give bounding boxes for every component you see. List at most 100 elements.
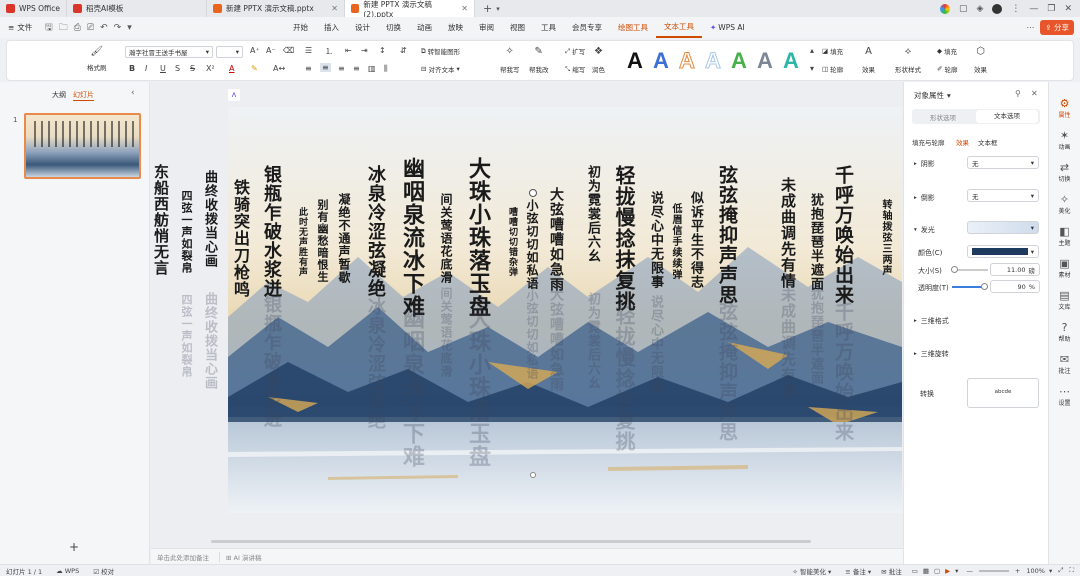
poem-column-12[interactable]: 小弦切切如私语 bbox=[524, 199, 541, 290]
menu-home[interactable]: 开始 bbox=[285, 17, 316, 38]
restore-icon[interactable]: ❐ bbox=[1047, 4, 1055, 14]
more-icon[interactable]: ⋯ bbox=[1026, 23, 1034, 32]
fit-window-icon[interactable]: ⤢ bbox=[1058, 566, 1063, 575]
reading-view-icon[interactable]: ▢ bbox=[934, 567, 940, 575]
smart-beautify-button[interactable]: ✧ 智能美化 ▾ bbox=[792, 566, 831, 576]
indent-decrease-icon[interactable]: ⇤ bbox=[345, 46, 352, 55]
colorful-circle-icon[interactable] bbox=[939, 3, 950, 14]
align-text-button[interactable]: ⊟ 对齐文本 ▾ bbox=[421, 64, 460, 74]
close-icon[interactable]: ✕ bbox=[331, 4, 338, 13]
grid-view-icon[interactable]: ▦ bbox=[923, 567, 929, 575]
redo-icon[interactable]: ↷ bbox=[114, 23, 122, 33]
tab-pptx-1[interactable]: 新建 PPTX 演示文稿.pptx ✕ bbox=[207, 0, 345, 17]
zoom-in-icon[interactable]: + bbox=[1015, 567, 1020, 575]
normal-view-icon[interactable]: ▭ bbox=[912, 567, 918, 575]
shape-fill-button[interactable]: ◆ 填充 bbox=[937, 46, 957, 56]
poem-column-22[interactable]: 铁骑突出刀枪鸣 bbox=[228, 179, 252, 298]
expand-button[interactable]: ⤢ 扩写 bbox=[565, 46, 585, 57]
notes-placeholder[interactable]: 单击此处添加备注 bbox=[157, 552, 209, 562]
bold-icon[interactable]: B bbox=[129, 64, 135, 73]
share-button[interactable]: ⇪ 分享 bbox=[1040, 20, 1074, 35]
glow-transparency-input[interactable]: 90 % bbox=[990, 280, 1040, 293]
menu-slideshow[interactable]: 放映 bbox=[440, 17, 471, 38]
close-icon[interactable]: ✕ bbox=[1031, 89, 1038, 98]
poem-column-3[interactable]: 转轴拨弦三两声 bbox=[878, 199, 893, 276]
poem-column-8[interactable]: 说尽心中无限事 bbox=[646, 191, 665, 289]
text-outline-button[interactable]: ◫ 轮廓 bbox=[822, 64, 843, 74]
tab-daoke-ai[interactable]: 稻壳AI模板 bbox=[67, 0, 207, 17]
poem-column-4[interactable]: 未成曲调先有情 bbox=[778, 177, 799, 289]
shorten-button[interactable]: ⤡ 缩写 bbox=[565, 64, 585, 75]
tab-text-options[interactable]: 文本选项 bbox=[976, 110, 1038, 123]
poem-column-14[interactable]: 大珠小珠落玉盘 bbox=[462, 157, 494, 318]
chevron-down-icon[interactable]: ▾ bbox=[955, 567, 958, 575]
subtab-fill-outline[interactable]: 填充与轮廓 bbox=[912, 137, 945, 147]
menu-animation[interactable]: 动画 bbox=[409, 17, 440, 38]
superscript-icon[interactable]: X² bbox=[206, 64, 215, 73]
wordart-style-gallery[interactable]: A A A A A A A bbox=[621, 44, 809, 77]
3d-rotation-section[interactable]: ▸ 三维旋转 bbox=[914, 349, 949, 359]
shadow-select[interactable]: 无 ▾ bbox=[967, 156, 1039, 169]
poem-column-18[interactable]: 凝绝不通声暂歇 bbox=[336, 193, 353, 284]
clear-format-icon[interactable]: ⌫ bbox=[283, 46, 294, 55]
poem-column-24[interactable]: 四弦一声如裂帛 bbox=[178, 190, 194, 274]
reflection-section[interactable]: ▸ 倒影 bbox=[914, 193, 935, 203]
add-tab-button[interactable]: + bbox=[483, 2, 492, 15]
sidebar-item-beautify[interactable]: ✧ 美化 bbox=[1049, 188, 1080, 220]
menu-file[interactable]: ≡ 文件 bbox=[0, 17, 45, 38]
sidebar-item-transition[interactable]: ⇄ 切换 bbox=[1049, 156, 1080, 188]
pin-icon[interactable]: ⚲ bbox=[1015, 89, 1021, 98]
wordart-style-6[interactable]: A bbox=[757, 49, 773, 73]
wps-status-button[interactable]: ☁ WPS bbox=[56, 567, 79, 575]
decrease-font-icon[interactable]: A⁻ bbox=[266, 46, 276, 55]
help-write-button[interactable]: ✧ 帮我写 bbox=[500, 45, 520, 74]
menu-drawing-tools[interactable]: 绘图工具 bbox=[610, 17, 656, 38]
play-icon[interactable]: ▶ bbox=[945, 567, 950, 575]
3d-format-section[interactable]: ▸ 三维格式 bbox=[914, 316, 949, 326]
poem-column-15[interactable]: 间关莺语花底滑 bbox=[438, 193, 455, 284]
avatar[interactable] bbox=[992, 3, 1003, 14]
transform-preview[interactable]: abcde bbox=[967, 378, 1039, 408]
comments-toggle[interactable]: ✉ 批注 bbox=[881, 566, 902, 576]
italic-icon[interactable]: I bbox=[145, 64, 147, 73]
glow-preset-select[interactable]: ▾ bbox=[967, 221, 1039, 234]
bullet-list-icon[interactable]: ☰ bbox=[305, 46, 312, 55]
slide[interactable]: 千呼万唤始出来 千呼万唤始出来 犹抱琵琶半遮面 犹抱琵琶半遮面 转轴拨弦三两声 … bbox=[228, 107, 902, 513]
align-left-icon[interactable]: ≡ bbox=[305, 64, 312, 73]
poem-column-16[interactable]: 幽咽泉流冰下难 bbox=[396, 157, 428, 318]
menu-insert[interactable]: 插入 bbox=[316, 17, 347, 38]
indent-increase-icon[interactable]: ⇥ bbox=[361, 46, 368, 55]
shape-style-button[interactable]: ⟡ 形状样式 bbox=[895, 45, 921, 74]
columns-icon[interactable]: ⫼ bbox=[384, 64, 388, 74]
underline-icon[interactable]: U bbox=[160, 64, 166, 73]
tab-slides[interactable]: 幻灯片 bbox=[73, 90, 94, 101]
menu-member[interactable]: 会员专享 bbox=[564, 17, 610, 38]
sidebar-item-animation[interactable]: ✶ 动画 bbox=[1049, 124, 1080, 156]
poem-column-19[interactable]: 别有幽愁暗恨生 bbox=[314, 199, 330, 283]
justify-icon[interactable]: ≡ bbox=[353, 64, 360, 73]
rotate-handle[interactable] bbox=[529, 189, 537, 197]
zoom-out-icon[interactable]: — bbox=[966, 567, 973, 575]
add-slide-button[interactable]: + bbox=[69, 540, 79, 554]
font-size-select[interactable]: ▾ bbox=[216, 46, 243, 58]
menu-review[interactable]: 审阅 bbox=[471, 17, 502, 38]
poem-column-21[interactable]: 银瓶乍破水浆迸 bbox=[258, 165, 284, 298]
ai-notes-button[interactable]: ⊞ AI 演讲稿 bbox=[219, 551, 261, 562]
wordart-style-3[interactable]: A bbox=[679, 48, 696, 73]
font-color-icon[interactable]: A bbox=[229, 64, 234, 73]
smart-shape-button[interactable]: ⧉ 转智能图形 bbox=[421, 46, 460, 57]
text-fill-button[interactable]: ◪ 填充 bbox=[822, 46, 843, 56]
sidebar-item-library[interactable]: ▤ 文库 bbox=[1049, 284, 1080, 316]
gallery-down-icon[interactable]: ▾ bbox=[810, 64, 814, 73]
text-effect-button[interactable]: A 效果 bbox=[862, 45, 875, 74]
window-icon[interactable]: ▢ bbox=[959, 4, 968, 14]
zoom-level[interactable]: 100% bbox=[1026, 567, 1045, 575]
chevron-down-icon[interactable]: ▾ bbox=[947, 91, 951, 100]
slide-thumbnail[interactable] bbox=[24, 113, 141, 179]
poem-column-1[interactable]: 千呼万唤始出来 bbox=[830, 165, 857, 305]
wordart-style-1[interactable]: A bbox=[627, 49, 643, 73]
preview-icon[interactable]: ⎚ bbox=[87, 23, 94, 33]
poem-column-17[interactable]: 冰泉冷涩弦凝绝 bbox=[362, 165, 388, 298]
undo-icon[interactable]: ↶ bbox=[100, 23, 108, 33]
menu-text-tools[interactable]: 文本工具 bbox=[656, 17, 702, 38]
